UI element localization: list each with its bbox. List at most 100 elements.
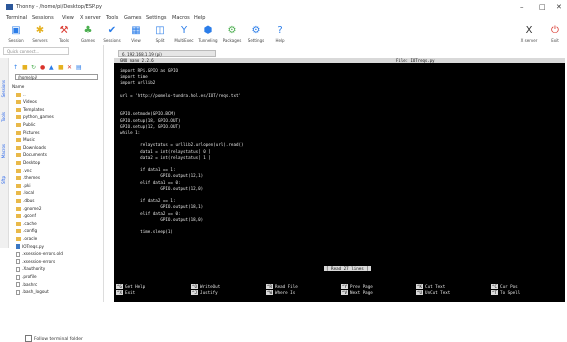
view-button[interactable]: ▦ View [124, 23, 148, 45]
servers-button[interactable]: ✱ Servers [28, 23, 52, 45]
shortcut-label: Exit [125, 290, 136, 295]
exit-button[interactable]: ⏻ Exit [543, 23, 567, 45]
shortcut-key: ^O [191, 284, 199, 289]
menu-macros[interactable]: Macros [172, 15, 190, 21]
quick-connect-input[interactable]: Quick connect... [3, 47, 69, 55]
file-tree-item[interactable]: .xsession-errors [16, 258, 55, 265]
file-tree-item[interactable]: .pki [16, 182, 31, 189]
shortcut-item: ^W Where Is [266, 290, 295, 295]
folder-icon [16, 145, 21, 150]
file-tree-label: .local [23, 190, 35, 196]
multiexec-button[interactable]: Y MultiExec [172, 23, 196, 45]
file-tree-item[interactable]: Public [16, 121, 35, 128]
nano-version: GNU nano 2.2.6 [120, 58, 154, 63]
sessions-icon: ✔ [107, 25, 117, 36]
folder-icon [16, 100, 21, 105]
tab-tools[interactable]: Tools [0, 110, 8, 134]
minimize-button[interactable]: – [520, 3, 524, 11]
shortcut-label: To Spell [500, 290, 521, 295]
file-tree-item[interactable]: Templates [16, 106, 44, 113]
file-tree-item[interactable]: .xsession-errors.old [16, 250, 63, 257]
multiexec-icon: Y [180, 25, 188, 36]
file-tree-item[interactable]: .bashrc [16, 281, 37, 288]
close-button[interactable]: ✕ [556, 3, 562, 11]
file-tree-item[interactable]: .Xauthority [16, 265, 45, 272]
file-tree-item[interactable]: Music [16, 136, 35, 143]
shortcut-key: ^G [116, 284, 124, 289]
refresh-icon[interactable]: ↻ [31, 65, 37, 71]
session-tab[interactable]: 6. 192.168.1.19 (pi) [118, 50, 216, 57]
new-folder-icon[interactable]: ■ [58, 65, 64, 71]
file-icon [16, 259, 20, 265]
file-tree-item[interactable]: .oracle [16, 235, 37, 242]
file-tree-item[interactable]: .themes [16, 174, 40, 181]
settings-button[interactable]: ⚙ Settings [244, 23, 268, 45]
games-button[interactable]: ♣ Games [76, 23, 100, 45]
terminal[interactable]: GNU nano 2.2.6 File: IOTreqs.py import R… [114, 58, 565, 302]
code-line: if data1 == 1: [120, 167, 176, 173]
file-browser-toolbar: ↑ ■ ↻ ● ▲ ■ ✕ ▤ [10, 64, 102, 73]
path-input[interactable]: /home/pi/ [15, 74, 98, 80]
menu-help[interactable]: Help [194, 15, 205, 21]
tab-sessions[interactable]: Sessions [0, 78, 8, 102]
menu-view[interactable]: View [62, 15, 74, 21]
file-tree-item[interactable]: Videos [16, 98, 37, 105]
menu-terminal[interactable]: Terminal [6, 15, 27, 21]
shortcut-item: ^C Cur Pos [491, 284, 518, 289]
shortcut-key: ^T [491, 290, 499, 295]
menu-xserver[interactable]: X server [80, 15, 101, 21]
download-icon[interactable]: ● [40, 65, 46, 71]
tab-sftp[interactable]: Sftp [0, 174, 8, 198]
menu-settings[interactable]: Settings [146, 15, 167, 21]
sessions-button[interactable]: ✔ Sessions [100, 23, 124, 45]
file-tree-item[interactable]: .local [16, 189, 34, 196]
maximize-button[interactable]: □ [539, 3, 546, 11]
file-tree-label: python_games [23, 114, 54, 120]
file-tree-item[interactable]: Documents [16, 151, 47, 158]
split-button[interactable]: ◫ Split [148, 23, 172, 45]
file-tree-label: .config [23, 228, 38, 234]
file-tree-item[interactable]: .. [16, 91, 26, 98]
shortcut-label: UnCut Text [425, 290, 451, 295]
file-tree-header[interactable]: Name [12, 83, 24, 90]
file-tree-item[interactable]: .gconf [16, 212, 36, 219]
delete-icon[interactable]: ✕ [67, 65, 73, 71]
shortcut-item: ^K Cut Text [416, 284, 445, 289]
file-tree-label: .bashrc [22, 281, 38, 287]
file-tree-item[interactable]: .cache [16, 220, 37, 227]
file-tree-item[interactable]: python_games [16, 113, 54, 120]
menu-tools[interactable]: Tools [106, 15, 118, 21]
menu-sessions[interactable]: Sessions [32, 15, 54, 21]
file-tree-item[interactable]: Downloads [16, 144, 46, 151]
new-file-icon[interactable]: ▤ [76, 65, 82, 71]
file-tree-item[interactable]: .dbus [16, 197, 34, 204]
file-tree-item[interactable]: .bash_logout [16, 288, 49, 295]
folder-icon [16, 123, 21, 127]
file-tree-item[interactable]: .profile [16, 273, 37, 280]
shortcut-item: ^R Read File [266, 284, 298, 289]
tunneling-button[interactable]: ⬢ Tunneling [196, 23, 220, 45]
tab-macros[interactable]: Macros [0, 142, 8, 166]
upload-icon[interactable]: ▲ [49, 65, 55, 71]
menu-games[interactable]: Games [124, 15, 142, 21]
file-tree-label: .xsession-errors [22, 258, 56, 264]
tools-button[interactable]: ⚒ Tools [52, 23, 76, 45]
file-tree-item[interactable]: Pictures [16, 129, 40, 136]
follow-terminal-folder-checkbox[interactable]: Follow terminal folder [25, 335, 83, 342]
file-tree-item[interactable]: .config [16, 227, 37, 234]
help-button[interactable]: ? Help [268, 23, 292, 45]
file-tree-item[interactable]: .gnome2 [16, 205, 42, 212]
shortcut-item: ^J Justify [191, 290, 218, 295]
terminal-area: 6. 192.168.1.19 (pi) GNU nano 2.2.6 File… [104, 45, 567, 302]
packages-button[interactable]: ⚙ Packages [220, 23, 244, 45]
session-button[interactable]: ▣ Session [4, 23, 28, 45]
file-tree-label: .gconf [23, 213, 36, 219]
file-tree-label: .profile [22, 274, 37, 279]
status-message: [ Read 27 lines ] [324, 266, 371, 271]
up-folder-icon[interactable]: ↑ [13, 65, 19, 71]
folder-icon[interactable]: ■ [22, 65, 28, 71]
file-tree-item[interactable]: .vnc [16, 167, 32, 174]
file-tree-item[interactable]: Desktop [16, 159, 40, 166]
file-tree-item[interactable]: IOTreqs.py [16, 243, 44, 250]
xserver-button[interactable]: XX server [517, 23, 541, 45]
